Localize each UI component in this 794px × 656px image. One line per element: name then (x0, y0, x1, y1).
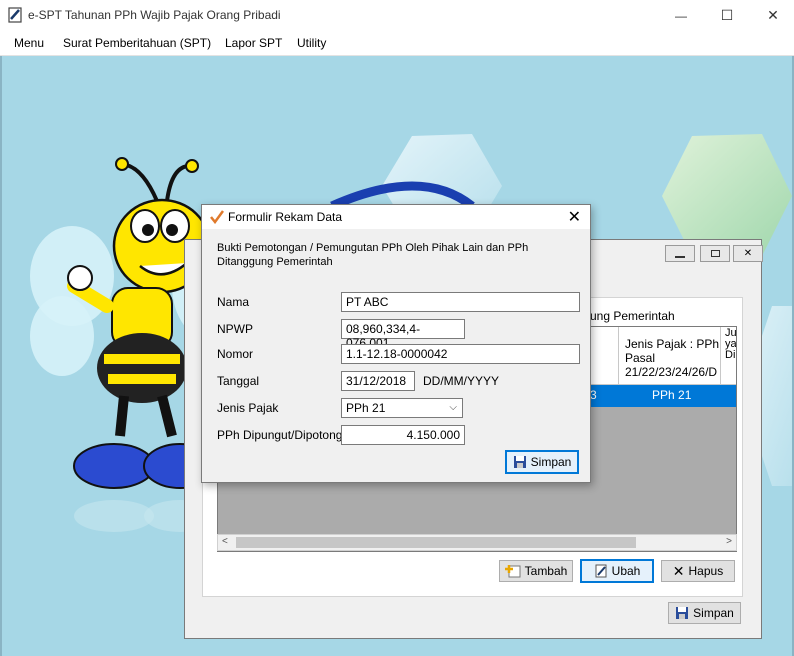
pph-label: PPh Dipungut/Dipotong (217, 428, 343, 442)
nomor-input[interactable]: 1.1-12.18-0000042 (341, 344, 580, 364)
minimize-icon (675, 255, 685, 258)
ubah-button[interactable]: Ubah (580, 559, 654, 583)
hexagon-shape (662, 134, 792, 256)
jenis-pajak-select[interactable]: PPh 21 ⌵ (341, 398, 463, 418)
tanggal-label: Tanggal (217, 374, 260, 388)
restore-icon (710, 250, 720, 257)
maximize-icon: ☐ (720, 7, 734, 23)
edit-icon (595, 564, 607, 578)
scroll-left-icon[interactable]: < (222, 536, 228, 547)
grid-cell-jenis-pajak: PPh 21 (652, 388, 692, 402)
close-button[interactable]: ✕ (750, 0, 794, 31)
formulir-rekam-data-dialog: Formulir Rekam Data ✕ Bukti Pemotongan /… (201, 204, 591, 483)
simpan-dialog-button[interactable]: Simpan (505, 450, 579, 474)
pph-input[interactable]: 4.150.000 (341, 425, 465, 445)
simpan-window-label: Simpan (693, 606, 734, 620)
dialog-title: Formulir Rekam Data (228, 210, 343, 224)
nomor-label: Nomor (217, 347, 254, 361)
tanggal-format-hint: DD/MM/YYYY (423, 374, 500, 388)
panel-caption: ung Pemerintah (590, 309, 675, 323)
save-icon (676, 607, 689, 619)
chevron-down-icon: ⌵ (449, 402, 457, 413)
checkmark-icon (210, 210, 224, 224)
minimize-icon: — (675, 8, 687, 23)
npwp-input[interactable]: 08,960,334,4-076,001 (341, 319, 465, 350)
window-restore-button[interactable] (700, 245, 730, 262)
tanggal-input[interactable]: 31/12/2018 (341, 371, 415, 391)
menu-item-utility[interactable]: Utility (297, 36, 326, 50)
delete-icon: ✕ (672, 562, 685, 579)
nama-input[interactable]: PT ABC (341, 292, 580, 312)
hapus-label: Hapus (688, 564, 724, 578)
dialog-titlebar: Formulir Rekam Data ✕ (202, 205, 590, 229)
simpan-window-button[interactable]: Simpan (668, 602, 741, 624)
column-header-jenis-pajak[interactable]: Jenis Pajak : PPh Pasal 21/22/23/24/26/D (618, 327, 720, 385)
dialog-description: Bukti Pemotongan / Pemungutan PPh Oleh P… (217, 242, 529, 268)
jenis-pajak-value: PPh 21 (346, 401, 386, 415)
column-header-jumlah[interactable]: Ju ya Di Di (720, 327, 736, 385)
close-icon: ✕ (743, 248, 753, 259)
minimize-button[interactable]: — (658, 0, 704, 31)
add-icon (504, 565, 521, 578)
window-minimize-button[interactable] (665, 245, 695, 262)
app-title: e-SPT Tahunan PPh Wajib Pajak Orang Prib… (28, 8, 281, 22)
nama-label: Nama (217, 295, 250, 309)
simpan-dialog-label: Simpan (530, 455, 572, 469)
scrollbar-thumb[interactable] (236, 537, 636, 548)
tambah-button[interactable]: Tambah (499, 560, 573, 582)
app-icon (8, 7, 22, 23)
menu-bar: Menu Surat Pemberitahuan (SPT) Lapor SPT… (0, 31, 794, 56)
save-icon (513, 456, 526, 468)
jenis-pajak-label: Jenis Pajak (217, 401, 279, 415)
ubah-label: Ubah (611, 564, 641, 578)
maximize-button[interactable]: ☐ (704, 0, 750, 31)
close-icon: ✕ (767, 7, 779, 23)
tambah-label: Tambah (524, 564, 568, 578)
grid-cell-partial: 3 (590, 388, 597, 402)
horizontal-scrollbar[interactable]: < > (217, 534, 737, 551)
app-titlebar: e-SPT Tahunan PPh Wajib Pajak Orang Prib… (0, 0, 794, 31)
dialog-close-icon[interactable]: ✕ (568, 207, 581, 227)
menu-item-menu[interactable]: Menu (14, 36, 44, 50)
menu-item-spt[interactable]: Surat Pemberitahuan (SPT) (63, 36, 211, 50)
scroll-right-icon[interactable]: > (726, 536, 732, 547)
menu-item-lapor-spt[interactable]: Lapor SPT (225, 36, 282, 50)
hapus-button[interactable]: ✕ Hapus (661, 560, 735, 582)
npwp-label: NPWP (217, 322, 253, 336)
window-close-button[interactable]: ✕ (733, 245, 763, 262)
